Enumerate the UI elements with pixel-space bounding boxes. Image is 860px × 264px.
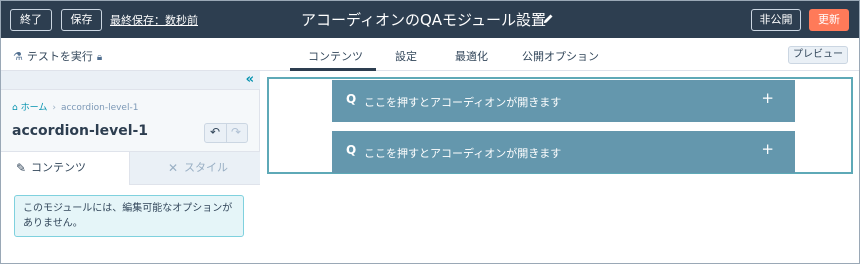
page-title: アコーディオンのQAモジュール設置 (301, 11, 546, 29)
breadcrumb-home[interactable]: ⌂ ホーム (12, 103, 47, 113)
module-sidebar: « ⌂ ホーム › accordion-level-1 accordion-leve… (1, 71, 260, 263)
module-title: accordion-level-1 (12, 123, 149, 139)
edit-title-pencil-icon[interactable] (542, 12, 554, 26)
page-preview: Q ここを押すとアコーディオンが開きます + Q ここを押すとアコーディオンが開… (261, 71, 859, 263)
update-button[interactable]: 更新 (809, 9, 849, 31)
accordion-item[interactable]: Q ここを押すとアコーディオンが開きます + (332, 80, 795, 122)
last-saved-link[interactable]: 最終保存：数秒前 (110, 12, 198, 28)
preview-button[interactable]: プレビュー (788, 46, 848, 64)
test-run-label: テストを実行 (26, 50, 93, 63)
info-message: このモジュールには、編集可能なオプションがありません。 (14, 195, 244, 237)
sidebar-collapse-bar: « (1, 71, 260, 90)
editor-tab-bar: ⚗ テストを実行 🔒︎ コンテンツ 設定 最適化 公開オプション プレビュー (1, 38, 859, 71)
panel-tab-content[interactable]: ✎ コンテンツ (1, 151, 130, 185)
undo-redo-group: ↶ ↷ (204, 123, 248, 143)
home-icon: ⌂ (12, 103, 18, 113)
test-run-button[interactable]: ⚗ テストを実行 🔒︎ (13, 48, 102, 64)
collapse-sidebar-icon[interactable]: « (246, 72, 254, 87)
breadcrumb-home-label: ホーム (20, 103, 48, 113)
breadcrumb-current: accordion-level-1 (60, 103, 139, 113)
tab-settings[interactable]: 設定 (395, 48, 417, 64)
exit-button[interactable]: 終了 (10, 9, 52, 31)
plus-icon[interactable]: + (761, 89, 774, 107)
tools-icon: ✕ (168, 161, 179, 175)
top-bar: 終了 保存 最終保存：数秒前 アコーディオンのQAモジュール設置 非公開 更新 (1, 1, 859, 38)
accordion-question: ここを押すとアコーディオンが開きます (364, 147, 562, 160)
save-button[interactable]: 保存 (61, 9, 102, 31)
tab-publish-options[interactable]: 公開オプション (522, 48, 599, 64)
unpublish-button[interactable]: 非公開 (751, 9, 801, 31)
selected-module-outline[interactable]: Q ここを押すとアコーディオンが開きます + Q ここを押すとアコーディオンが開… (267, 77, 853, 174)
accordion-q-label: Q (346, 143, 357, 157)
tab-content[interactable]: コンテンツ (308, 48, 363, 64)
plus-icon[interactable]: + (761, 140, 774, 158)
panel-tab-style[interactable]: ✕ スタイル (130, 151, 260, 185)
lock-icon: 🔒︎ (96, 52, 103, 63)
tab-optimize[interactable]: 最適化 (455, 48, 488, 64)
pencil-icon: ✎ (16, 161, 27, 175)
flask-icon: ⚗ (13, 50, 23, 63)
panel-tab-content-label: コンテンツ (31, 161, 86, 174)
undo-icon[interactable]: ↶ (210, 125, 220, 139)
redo-icon[interactable]: ↷ (231, 125, 241, 139)
panel-body: このモジュールには、編集可能なオプションがありません。 (1, 185, 260, 263)
accordion-q-label: Q (346, 92, 357, 106)
panel-tab-style-label: スタイル (184, 161, 228, 174)
accordion-question: ここを押すとアコーディオンが開きます (364, 96, 562, 109)
undo-redo-divider (226, 124, 227, 142)
breadcrumb-separator: › (52, 103, 56, 113)
breadcrumb: ⌂ ホーム › accordion-level-1 (12, 100, 138, 113)
accordion-item[interactable]: Q ここを押すとアコーディオンが開きます + (332, 131, 795, 173)
